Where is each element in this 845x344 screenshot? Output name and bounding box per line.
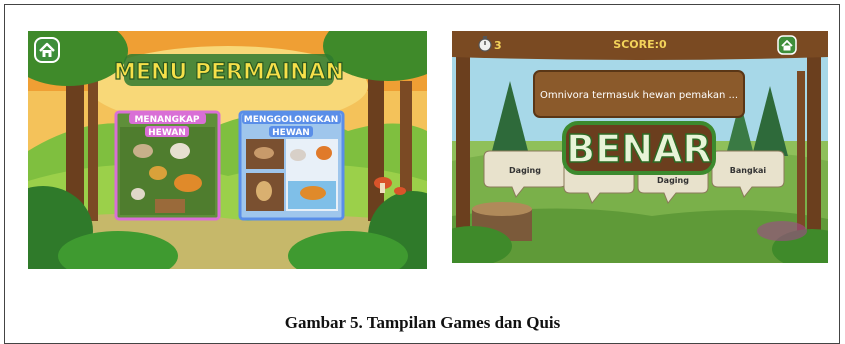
answer-label: Bangkai [730,166,767,175]
card2-line1: MENGGOLONGKAN [244,115,339,125]
question-text: Omnivora termasuk hewan pemakan ... [540,90,738,101]
score-label: SCORE:0 [613,38,667,51]
quiz-home-button[interactable] [777,35,797,55]
menangkap-hewan-card[interactable]: MENANGKAP HEWAN [114,110,221,221]
figure-caption: Gambar 5. Tampilan Games dan Quis [284,313,561,332]
quiz-screen: 3 SCORE:0 Omnivora termasuk hewan pemaka… [452,31,828,263]
menu-home-button[interactable] [34,37,60,63]
question-box: Omnivora termasuk hewan pemakan ... [533,70,745,118]
quiz-screen-canvas: 3 SCORE:0 Omnivora termasuk hewan pemaka… [452,31,828,263]
feedback-banner: BENAR [562,121,716,175]
card1-line2: HEWAN [148,128,186,138]
menu-title-banner: MENU PERMAINAN [113,54,345,86]
timer-value: 3 [494,39,502,52]
feedback-text: BENAR [566,127,711,171]
menu-screen-canvas: MENU PERMAINAN MENANGKAP HEWAN MENGGOLON… [28,31,427,269]
card1-line1: MENANGKAP [134,115,199,125]
quiz-top-bar: 3 SCORE:0 [452,31,828,60]
answer-label: Daging [509,166,541,175]
menggolongkan-hewan-card[interactable]: MENGGOLONGKAN HEWAN [238,110,345,221]
card2-line2: HEWAN [272,128,310,138]
menu-screen: MENU PERMAINAN MENANGKAP HEWAN MENGGOLON… [28,31,427,269]
menu-title: MENU PERMAINAN [114,60,344,85]
answer-label: Daging [657,176,689,185]
